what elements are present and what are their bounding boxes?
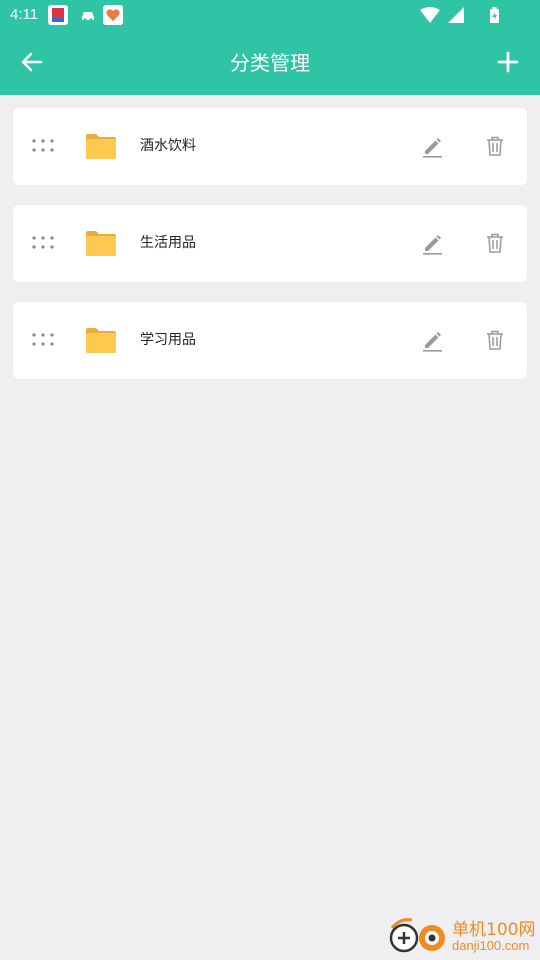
status-time: 4:11 [10,6,39,23]
category-card[interactable]: 学习用品 [13,302,527,379]
category-name: 学习用品 [140,332,196,348]
pencil-icon[interactable] [418,229,446,257]
trash-icon[interactable] [481,229,509,257]
folder-icon [86,231,116,256]
drag-handle-icon[interactable] [31,330,57,350]
status-bar: 4:11 [0,0,540,30]
category-name: 酒水饮料 [140,138,196,154]
car-notification-icon [82,12,94,22]
battery-icon [490,7,499,23]
watermark-url: danji100.com [452,938,530,953]
drag-handle-icon[interactable] [31,136,57,156]
watermark: 单机100网 danji100.com [386,914,538,958]
pencil-icon[interactable] [418,132,446,160]
signal-icon [448,7,464,23]
plus-icon [497,51,519,73]
category-list: 酒水饮料 生活用品 学习用品 [13,108,527,399]
category-card[interactable]: 生活用品 [13,205,527,282]
category-name: 生活用品 [140,235,196,251]
folder-icon [86,328,116,353]
folder-icon [86,134,116,159]
trash-icon[interactable] [481,326,509,354]
system-status-icons [420,7,499,23]
pencil-icon[interactable] [418,326,446,354]
trash-icon[interactable] [481,132,509,160]
watermark-title: 单机100网 [452,920,536,940]
category-card[interactable]: 酒水饮料 [13,108,527,185]
page-title: 分类管理 [230,51,310,75]
watermark-logo-icon [389,918,445,953]
app-bar: 分类管理 [0,30,540,95]
heart-notification-icon [103,5,123,25]
app-notification-icon [48,5,68,25]
add-category-button[interactable] [488,42,528,82]
drag-handle-icon[interactable] [31,233,57,253]
wifi-icon [420,7,440,23]
